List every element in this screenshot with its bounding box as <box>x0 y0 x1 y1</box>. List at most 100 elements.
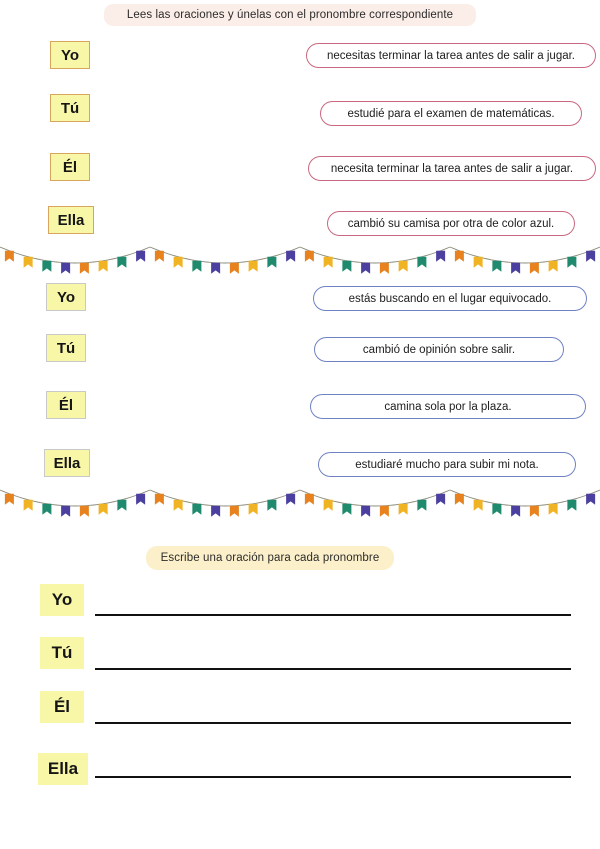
bunting-flag <box>379 505 389 517</box>
pronoun-chip-tu-s2: Tú <box>46 334 86 362</box>
sentence-text: estudié para el examen de matemáticas. <box>347 107 555 120</box>
bunting-flag <box>117 256 127 268</box>
bunting-flag <box>567 499 577 511</box>
sentence-oval-s1-1: necesitas terminar la tarea antes de sal… <box>306 43 596 68</box>
bunting-flag <box>136 493 146 505</box>
writing-line-tu[interactable] <box>95 668 571 670</box>
bunting-string <box>149 246 301 264</box>
sentence-oval-s2-3: camina sola por la plaza. <box>310 394 586 419</box>
bunting-flag <box>79 505 89 517</box>
sentence-oval-s1-2: estudié para el examen de matemáticas. <box>320 101 582 126</box>
bunting-flag <box>361 505 371 517</box>
bunting-flag <box>248 260 258 272</box>
bunting-flag <box>436 250 446 262</box>
bunting-flag <box>211 262 221 274</box>
bunting-flag <box>79 262 89 274</box>
bunting-svg <box>0 489 600 517</box>
pronoun-label: Tú <box>60 99 80 117</box>
pronoun-chip-tu-s3: Tú <box>40 637 84 669</box>
sentence-text: estás buscando en el lugar equivocado. <box>348 292 552 305</box>
section3-header: Escribe una oración para cada pronombre <box>146 546 394 570</box>
bunting-flag <box>398 260 408 272</box>
sentence-oval-s1-4: cambió su camisa por otra de color azul. <box>327 211 575 236</box>
bunting-flag <box>511 262 521 274</box>
sentence-text: necesita terminar la tarea antes de sali… <box>330 162 574 175</box>
bunting-flag <box>23 256 33 268</box>
sentence-text: camina sola por la plaza. <box>384 400 512 413</box>
bunting-flag <box>286 493 296 505</box>
bunting-flag <box>586 250 596 262</box>
bunting-flag <box>98 260 108 272</box>
bunting-flag <box>342 260 352 272</box>
bunting-flag <box>42 503 52 515</box>
sentence-oval-s2-1: estás buscando en el lugar equivocado. <box>313 286 587 311</box>
bunting-flag <box>492 503 502 515</box>
bunting-flag <box>4 250 14 262</box>
bunting-string <box>0 489 151 507</box>
bunting-string <box>299 489 451 507</box>
writing-line-ella[interactable] <box>95 776 571 778</box>
bunting-flag <box>267 256 277 268</box>
bunting-flag <box>229 505 239 517</box>
pronoun-label: Él <box>62 158 78 176</box>
bunting-flag <box>323 499 333 511</box>
pronoun-label: Yo <box>56 288 76 306</box>
bunting-flag <box>361 262 371 274</box>
bunting-flag <box>473 499 483 511</box>
bunting-string <box>449 246 600 264</box>
sentence-text: cambió de opinión sobre salir. <box>362 343 516 356</box>
bunting-flag <box>173 256 183 268</box>
pronoun-label: Tú <box>51 643 73 662</box>
pronoun-chip-el-s1: Él <box>50 153 90 181</box>
bunting-flag <box>192 503 202 515</box>
sentence-text: necesitas terminar la tarea antes de sal… <box>326 49 576 62</box>
bunting-flag <box>436 493 446 505</box>
bunting-row-1 <box>0 245 600 285</box>
pronoun-label: Tú <box>56 339 76 357</box>
bunting-flag <box>4 493 14 505</box>
bunting-flag <box>286 250 296 262</box>
pronoun-label: Él <box>53 697 71 716</box>
sentence-oval-s2-4: estudiaré mucho para subir mi nota. <box>318 452 576 477</box>
bunting-flag <box>98 503 108 515</box>
bunting-flag <box>154 250 164 262</box>
bunting-flag <box>379 262 389 274</box>
pronoun-label: Él <box>58 396 74 414</box>
pronoun-chip-yo-s1: Yo <box>50 41 90 69</box>
bunting-flag <box>529 505 539 517</box>
section1-header: Lees las oraciones y únelas con el prono… <box>104 4 476 26</box>
pronoun-chip-tu-s1: Tú <box>50 94 90 122</box>
bunting-flag <box>567 256 577 268</box>
bunting-svg <box>0 246 600 274</box>
bunting-flag <box>61 262 71 274</box>
writing-line-yo[interactable] <box>95 614 571 616</box>
pronoun-chip-el-s2: Él <box>46 391 86 419</box>
pronoun-chip-ella-s2: Ella <box>44 449 90 477</box>
bunting-flag <box>473 256 483 268</box>
bunting-flag <box>548 503 558 515</box>
bunting-flag <box>248 503 258 515</box>
bunting-string <box>149 489 301 507</box>
bunting-flag <box>529 262 539 274</box>
bunting-flag <box>61 505 71 517</box>
bunting-flag <box>398 503 408 515</box>
bunting-flag <box>304 250 314 262</box>
bunting-flag <box>454 493 464 505</box>
writing-line-el[interactable] <box>95 722 571 724</box>
bunting-flag <box>586 493 596 505</box>
bunting-flag <box>548 260 558 272</box>
sentence-text: cambió su camisa por otra de color azul. <box>347 217 555 230</box>
bunting-string <box>299 246 451 264</box>
bunting-flag <box>267 499 277 511</box>
bunting-flag <box>417 256 427 268</box>
bunting-flag <box>323 256 333 268</box>
bunting-flag <box>42 260 52 272</box>
sentence-oval-s1-3: necesita terminar la tarea antes de sali… <box>308 156 596 181</box>
worksheet-page: Lees las oraciones y únelas con el prono… <box>0 0 600 849</box>
pronoun-label: Yo <box>60 46 80 64</box>
bunting-flag <box>192 260 202 272</box>
pronoun-chip-el-s3: Él <box>40 691 84 723</box>
bunting-flag <box>211 505 221 517</box>
bunting-flag <box>304 493 314 505</box>
sentence-oval-s2-2: cambió de opinión sobre salir. <box>314 337 564 362</box>
